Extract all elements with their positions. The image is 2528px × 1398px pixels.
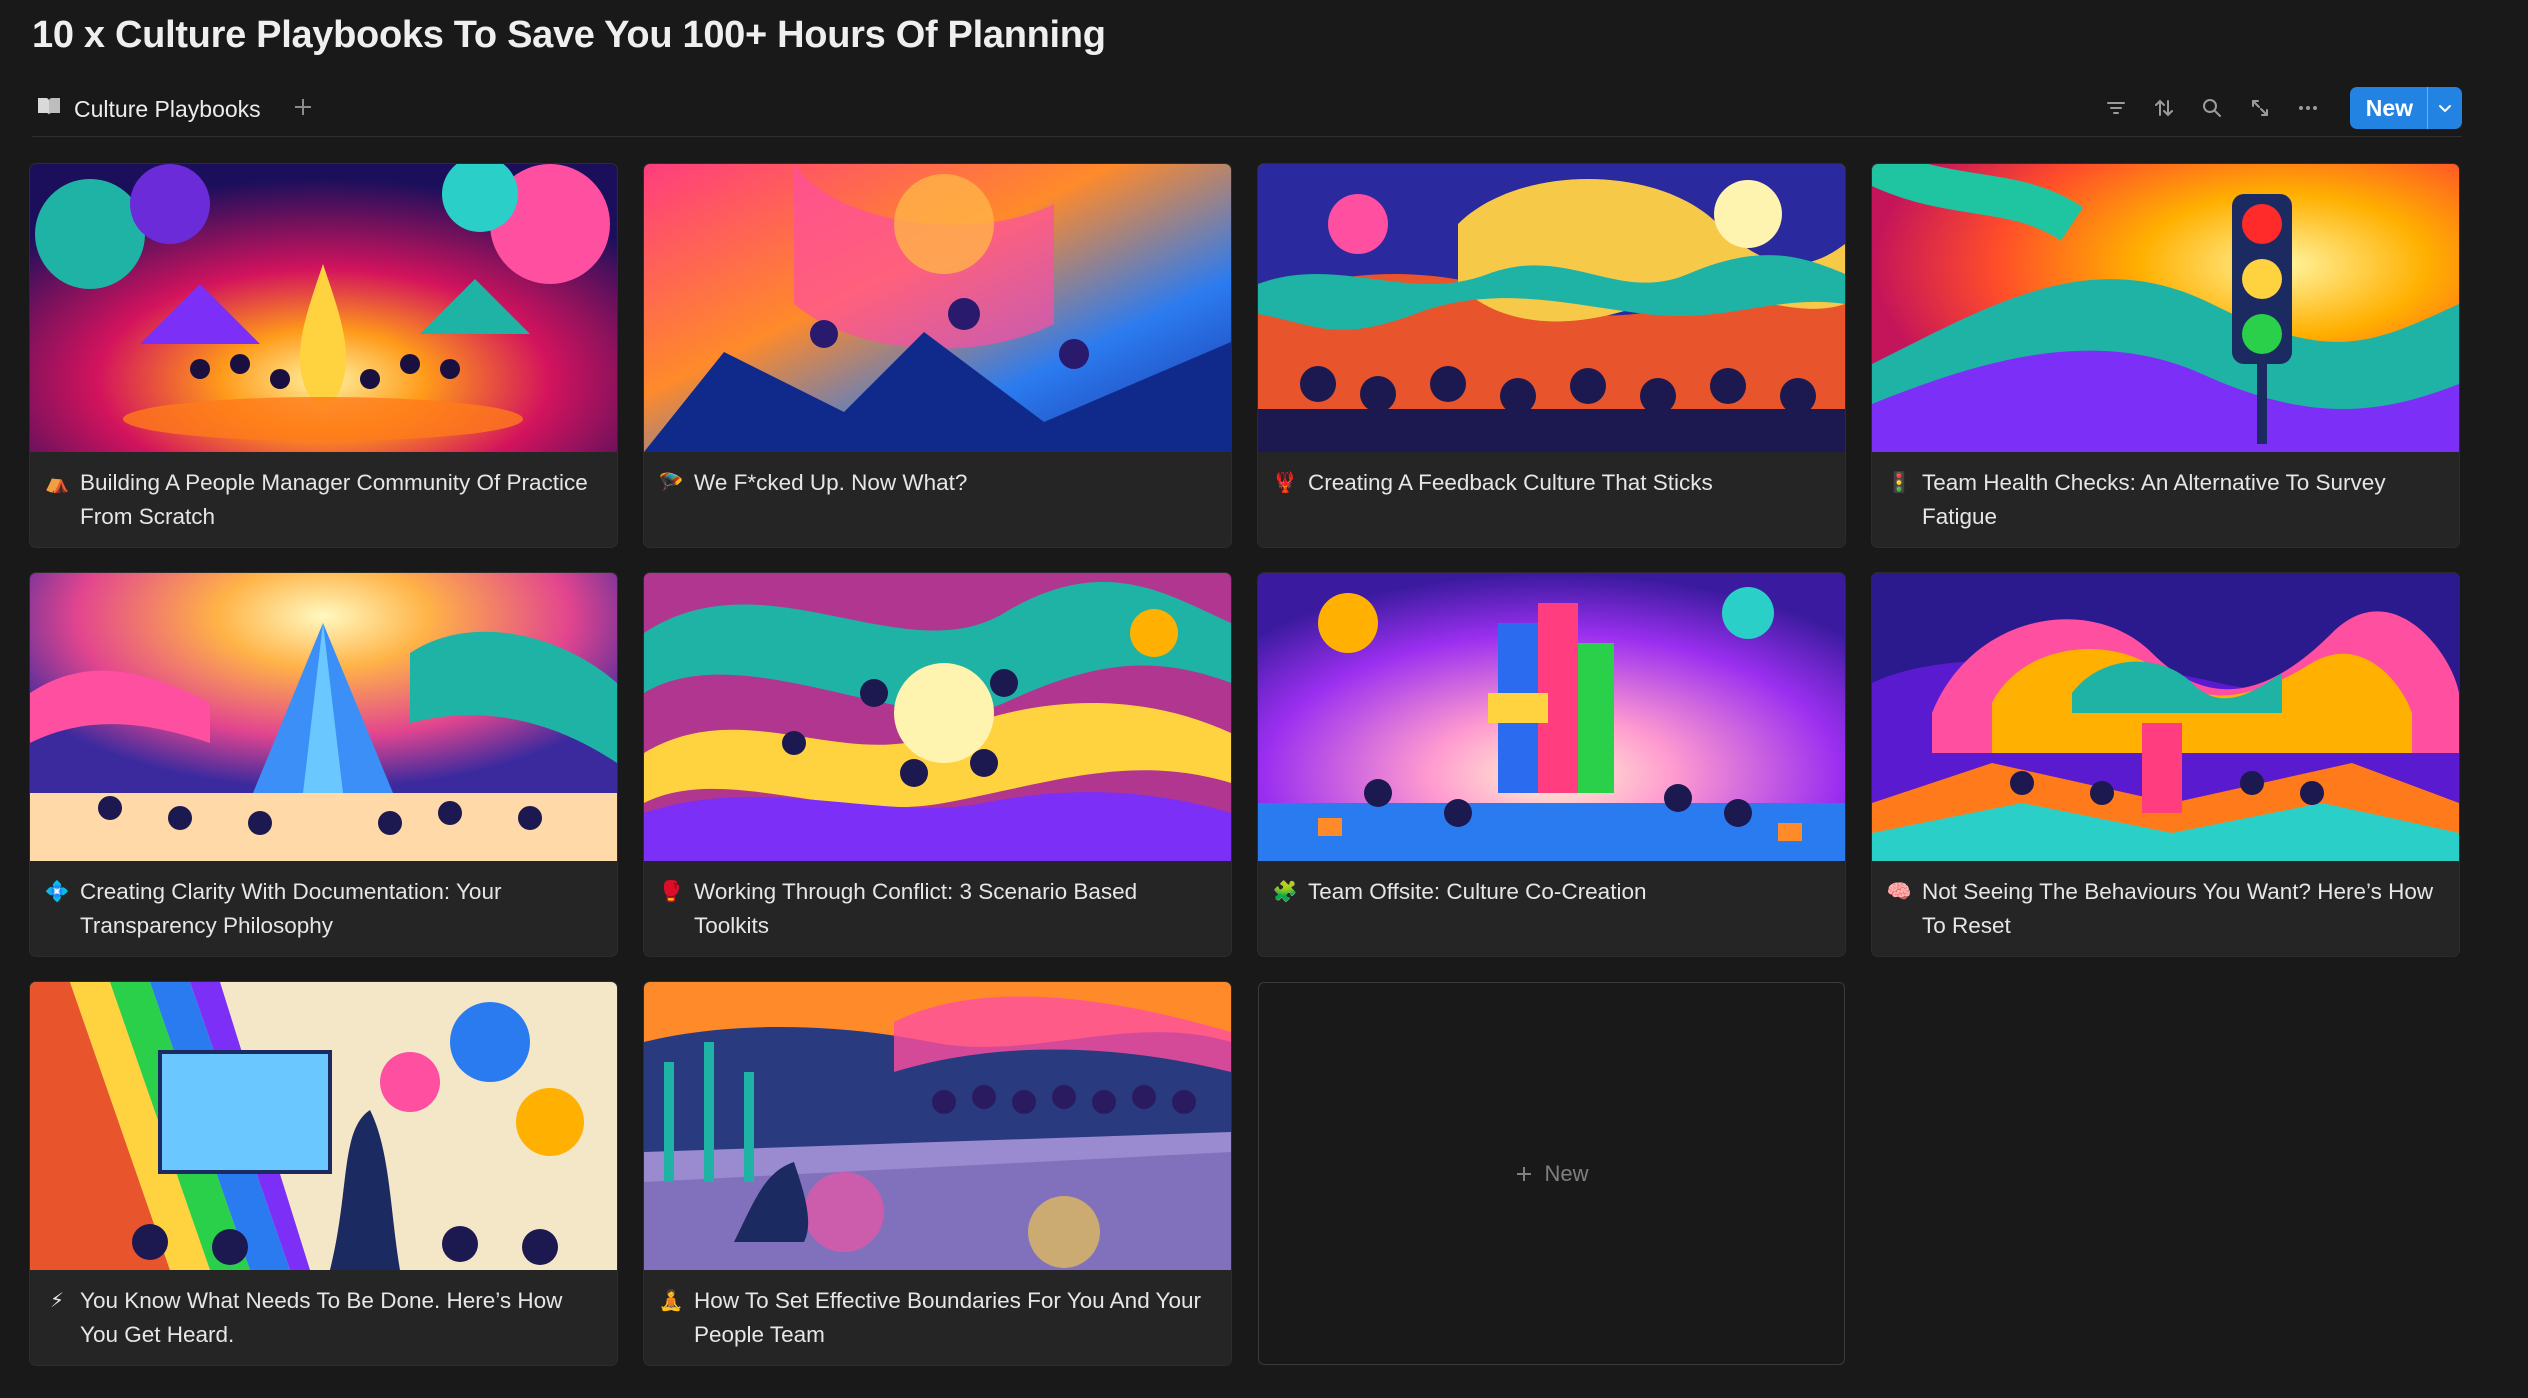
lightning-icon: ⚡ (49, 1290, 65, 1312)
gallery-card[interactable]: 🧠 Not Seeing The Behaviours You Want? He… (1872, 573, 2459, 956)
new-button-group: New (2349, 87, 2462, 129)
gallery-grid: ⛺ Building A People Manager Community Of… (30, 164, 2460, 1365)
search-button[interactable] (2188, 86, 2236, 130)
search-icon (2202, 99, 2221, 117)
more-options-button[interactable] (2284, 86, 2332, 130)
gallery-card[interactable]: ⚡ You Know What Needs To Be Done. Here’s… (30, 982, 617, 1365)
card-title-row: 🧩 Team Offsite: Culture Co-Creation (1258, 861, 1845, 909)
gallery-card[interactable]: 💠 Creating Clarity With Documentation: Y… (30, 573, 617, 956)
parachute-icon: 🪂 (658, 472, 684, 494)
sort-button[interactable] (2140, 86, 2188, 130)
add-new-card-label: New (1544, 1160, 1589, 1186)
card-cover-image (644, 164, 1231, 452)
gallery-card[interactable]: 🥊 Working Through Conflict: 3 Scenario B… (644, 573, 1231, 956)
card-title-row: 🥊 Working Through Conflict: 3 Scenario B… (644, 861, 1231, 943)
card-cover-image (1872, 164, 2459, 452)
card-cover-image (30, 982, 617, 1270)
card-title-row: ⚡ You Know What Needs To Be Done. Here’s… (30, 1270, 617, 1352)
gallery-card[interactable]: ⛺ Building A People Manager Community Of… (30, 164, 617, 547)
expand-button[interactable] (2236, 86, 2284, 130)
card-cover-image (1258, 573, 1845, 861)
card-title: Team Health Checks: An Alternative To Su… (1922, 470, 2386, 529)
card-cover-image (30, 573, 617, 861)
more-icon (2298, 106, 2317, 110)
new-dropdown-button[interactable] (2427, 87, 2462, 129)
card-cover-image (644, 573, 1231, 861)
plus-icon (295, 99, 311, 115)
chevron-down-icon (2439, 105, 2451, 113)
traffic-light-icon: 🚦 (1886, 472, 1912, 494)
boxing-glove-icon: 🥊 (658, 881, 684, 903)
brain-icon: 🧠 (1886, 881, 1912, 903)
sort-icon (2154, 99, 2173, 117)
card-title-row: 🧘 How To Set Effective Boundaries For Yo… (644, 1270, 1231, 1352)
book-icon (36, 94, 62, 124)
filter-icon (2106, 102, 2125, 114)
card-title-row: 💠 Creating Clarity With Documentation: Y… (30, 861, 617, 943)
card-cover-image (644, 982, 1231, 1270)
card-title-row: ⛺ Building A People Manager Community Of… (30, 452, 617, 534)
card-title: Creating A Feedback Culture That Sticks (1308, 470, 1713, 495)
gallery-card[interactable]: 🚦 Team Health Checks: An Alternative To … (1872, 164, 2459, 547)
add-view-button[interactable] (286, 90, 320, 124)
card-title: Working Through Conflict: 3 Scenario Bas… (694, 879, 1138, 938)
tent-icon: ⛺ (44, 472, 70, 494)
page-title: 10 x Culture Playbooks To Save You 100+ … (32, 14, 1106, 56)
card-title: How To Set Effective Boundaries For You … (694, 1288, 1202, 1347)
filter-button[interactable] (2092, 86, 2140, 130)
diamond-icon: 💠 (44, 881, 70, 903)
card-title: Not Seeing The Behaviours You Want? Here… (1922, 879, 2434, 938)
tab-label: Culture Playbooks (74, 95, 261, 122)
lobster-icon: 🦞 (1272, 472, 1298, 494)
card-cover-image (1258, 164, 1845, 452)
card-cover-image (1872, 573, 2459, 861)
card-title: You Know What Needs To Be Done. Here’s H… (80, 1288, 563, 1347)
gallery-card[interactable]: 🪂 We F*cked Up. Now What? (644, 164, 1231, 547)
card-title: Building A People Manager Community Of P… (80, 470, 588, 529)
expand-icon (2251, 100, 2268, 116)
new-button[interactable]: New (2350, 87, 2427, 129)
tab-culture-playbooks[interactable]: Culture Playbooks (36, 92, 261, 126)
card-title: Creating Clarity With Documentation: You… (80, 879, 502, 938)
card-title: Team Offsite: Culture Co-Creation (1308, 879, 1647, 904)
card-title-row: 🚦 Team Health Checks: An Alternative To … (1872, 452, 2459, 534)
gallery-card[interactable]: 🧩 Team Offsite: Culture Co-Creation (1258, 573, 1845, 956)
view-toolbar: New (2092, 86, 2462, 130)
puzzle-piece-icon: 🧩 (1272, 881, 1298, 903)
card-title-row: 🦞 Creating A Feedback Culture That Stick… (1258, 452, 1845, 500)
card-cover-image (30, 164, 617, 452)
card-title: We F*cked Up. Now What? (694, 470, 968, 495)
database-view-bar: Culture Playbooks New (32, 82, 2462, 137)
add-new-card[interactable]: New (1258, 982, 1845, 1365)
plus-icon (1517, 1166, 1532, 1181)
meditation-icon: 🧘 (658, 1290, 684, 1312)
card-title-row: 🪂 We F*cked Up. Now What? (644, 452, 1231, 500)
card-title-row: 🧠 Not Seeing The Behaviours You Want? He… (1872, 861, 2459, 943)
gallery-card[interactable]: 🧘 How To Set Effective Boundaries For Yo… (644, 982, 1231, 1365)
gallery-card[interactable]: 🦞 Creating A Feedback Culture That Stick… (1258, 164, 1845, 547)
